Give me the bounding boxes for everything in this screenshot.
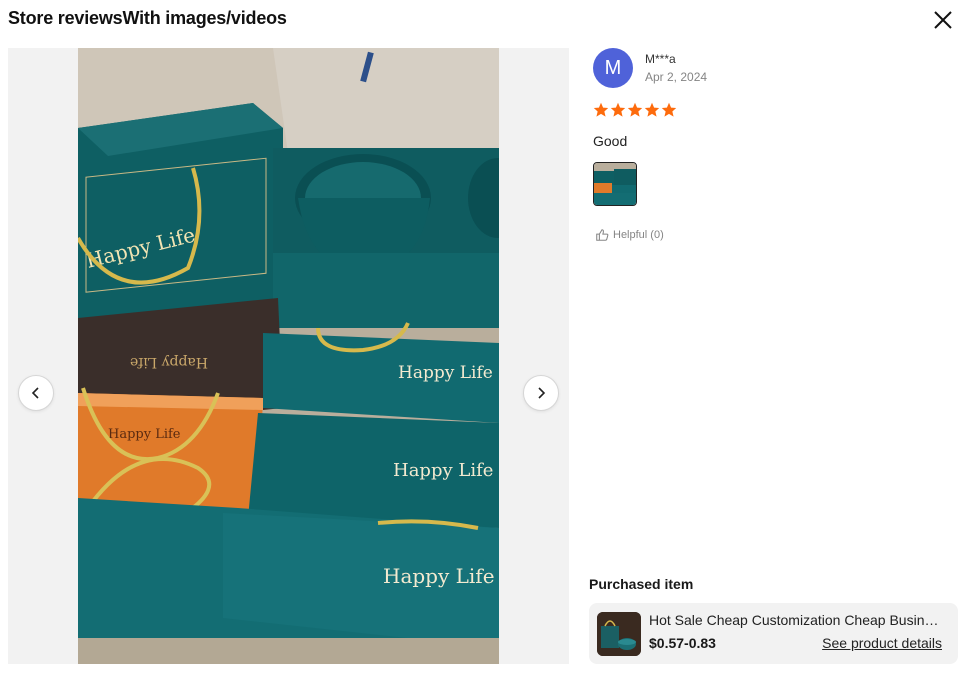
svg-text:Happy Life: Happy Life xyxy=(108,427,181,442)
review-text: Good xyxy=(593,133,628,149)
star-icon xyxy=(627,102,643,117)
thumbnail-image xyxy=(594,163,636,205)
box-label-2: Happy Life xyxy=(398,363,493,383)
star-icon xyxy=(644,102,660,117)
chevron-right-icon xyxy=(538,387,546,399)
previous-image-button[interactable] xyxy=(18,375,54,411)
boxes-photo: Happy Life Happy Life Happy Life Happy L… xyxy=(78,48,499,664)
thumbs-up-icon xyxy=(596,229,609,241)
reviewer-name: M***a xyxy=(645,52,676,66)
review-date: Apr 2, 2024 xyxy=(645,70,708,84)
star-icon xyxy=(593,102,609,117)
media-viewer: Happy Life Happy Life Happy Life Happy L… xyxy=(8,48,569,664)
product-image xyxy=(597,612,641,656)
star-icon xyxy=(610,102,626,117)
helpful-label: Helpful (0) xyxy=(613,229,664,241)
review-thumbnail[interactable] xyxy=(593,162,637,206)
next-image-button[interactable] xyxy=(523,375,559,411)
star-rating xyxy=(593,102,677,118)
close-icon xyxy=(934,11,952,29)
svg-text:Happy Life: Happy Life xyxy=(383,564,495,588)
chevron-left-icon xyxy=(31,387,39,399)
svg-text:Happy Life: Happy Life xyxy=(393,460,493,481)
product-thumbnail xyxy=(597,612,641,656)
svg-text:Happy Life: Happy Life xyxy=(130,354,208,370)
page-title: Store reviewsWith images/videos xyxy=(8,8,287,28)
helpful-button[interactable]: Helpful (0) xyxy=(595,228,664,242)
purchased-item-card[interactable]: Hot Sale Cheap Customization Cheap Busin… xyxy=(589,603,958,664)
product-title[interactable]: Hot Sale Cheap Customization Cheap Busin… xyxy=(649,612,945,628)
close-button[interactable] xyxy=(929,6,957,34)
purchased-item-label: Purchased item xyxy=(589,576,694,592)
star-icon xyxy=(661,102,677,117)
avatar: M xyxy=(593,48,633,88)
review-media-image[interactable]: Happy Life Happy Life Happy Life Happy L… xyxy=(78,48,499,664)
product-price: $0.57-0.83 xyxy=(649,635,716,651)
see-product-details-link[interactable]: See product details xyxy=(822,635,942,651)
